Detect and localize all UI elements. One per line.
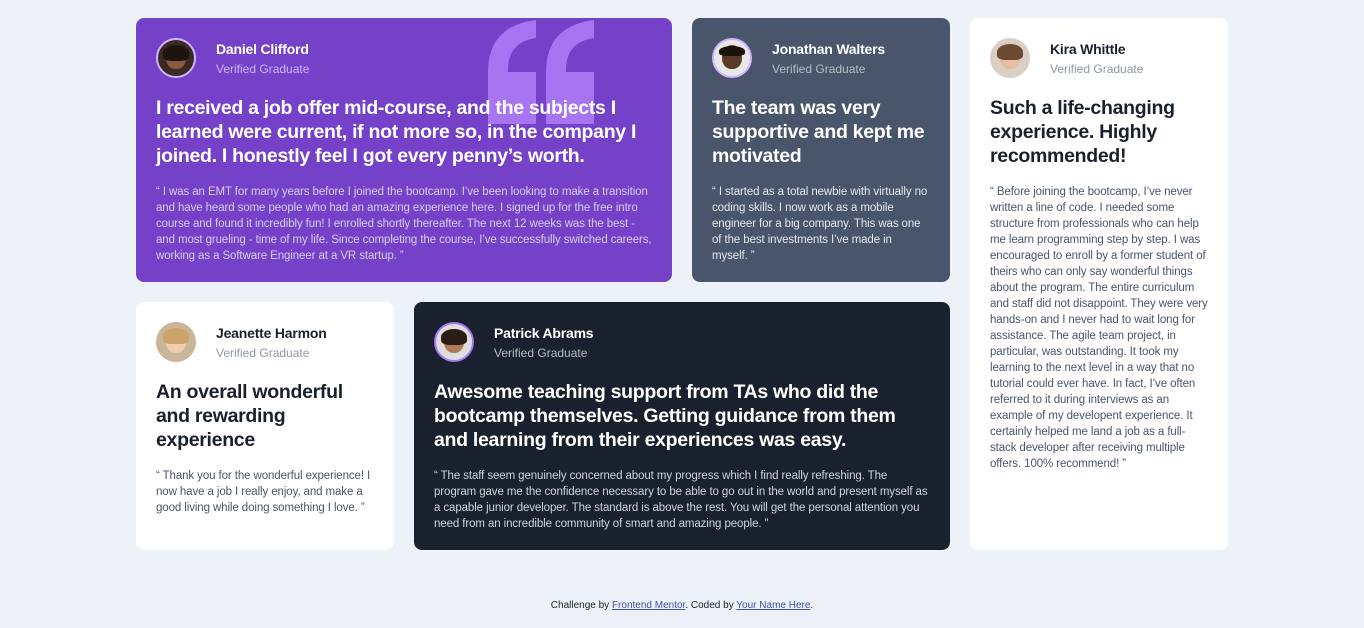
testimonial-quote: “ Thank you for the wonderful experience… — [156, 470, 371, 514]
card-header: Daniel Clifford Verified Graduate — [156, 38, 652, 78]
reviewer-name: Daniel Clifford — [216, 40, 309, 57]
reviewer-name: Jonathan Walters — [772, 40, 885, 57]
card-header: Jeanette Harmon Verified Graduate — [156, 322, 374, 362]
attribution-footer: Challenge by Frontend Mentor. Coded by Y… — [0, 598, 1364, 614]
reviewer-role: Verified Graduate — [494, 345, 588, 360]
testimonial-quote: “ I was an EMT for many years before I j… — [156, 186, 652, 262]
reviewer-role: Verified Graduate — [216, 61, 310, 76]
avatar — [156, 322, 196, 362]
testimonial-card-kira: Kira Whittle Verified Graduate Such a li… — [970, 18, 1228, 550]
testimonial-card-patrick: Patrick Abrams Verified Graduate Awesome… — [414, 302, 950, 550]
testimonial-card-jeanette: Jeanette Harmon Verified Graduate An ove… — [136, 302, 394, 550]
avatar — [990, 38, 1030, 78]
footer-middle: . Coded by — [685, 600, 737, 611]
frontend-mentor-link[interactable]: Frontend Mentor — [612, 600, 685, 611]
reviewer-role: Verified Graduate — [216, 345, 310, 360]
testimonial-card-daniel: Daniel Clifford Verified Graduate I rece… — [136, 18, 672, 282]
avatar — [434, 322, 474, 362]
testimonial-quote: “ I started as a total newbie with virtu… — [712, 186, 928, 262]
testimonial-quote: “ The staff seem genuinely concerned abo… — [434, 470, 928, 530]
avatar — [712, 38, 752, 78]
card-header: Kira Whittle Verified Graduate — [990, 38, 1208, 78]
author-link[interactable]: Your Name Here — [736, 600, 810, 611]
testimonial-quote: “ Before joining the bootcamp, I’ve neve… — [990, 186, 1208, 470]
testimonial-title: Awesome teaching support from TAs who di… — [434, 381, 896, 451]
card-header: Patrick Abrams Verified Graduate — [434, 322, 930, 362]
testimonial-title: I received a job offer mid-course, and t… — [156, 97, 637, 167]
card-header: Jonathan Walters Verified Graduate — [712, 38, 930, 78]
testimonial-title: An overall wonderful and rewarding exper… — [156, 381, 343, 451]
avatar — [156, 38, 196, 78]
reviewer-role: Verified Graduate — [1050, 61, 1144, 76]
reviewer-name: Kira Whittle — [1050, 40, 1126, 57]
testimonial-card-jonathan: Jonathan Walters Verified Graduate The t… — [692, 18, 950, 282]
footer-prefix: Challenge by — [550, 600, 612, 611]
reviewer-name: Patrick Abrams — [494, 324, 594, 341]
reviewer-name: Jeanette Harmon — [216, 324, 327, 341]
testimonial-title: The team was very supportive and kept me… — [712, 97, 925, 167]
footer-suffix: . — [810, 600, 814, 611]
testimonial-title: Such a life-changing experience. Highly … — [990, 97, 1175, 167]
reviewer-role: Verified Graduate — [772, 61, 866, 76]
